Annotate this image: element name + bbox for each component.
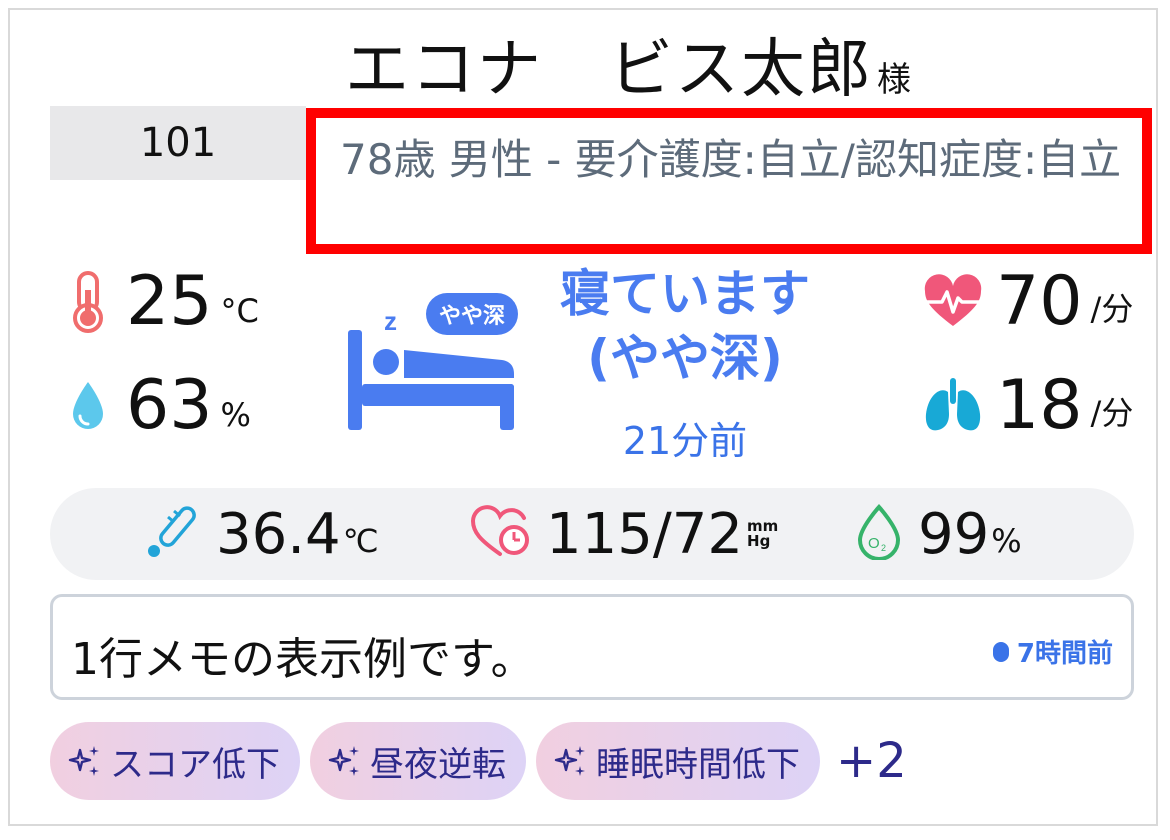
- heart-rate: 70 /分: [922, 268, 1133, 336]
- tag-label: スコア低下: [110, 744, 280, 785]
- sleep-status: 寝ています(やや深): [560, 265, 810, 387]
- oxygen-saturation-unit: %: [991, 522, 1022, 560]
- clinical-thermometer-icon: [144, 503, 202, 565]
- room-humidity: 63 %: [62, 372, 251, 440]
- respiration-rate-value: 18: [996, 366, 1083, 445]
- heart-rate-unit: /分: [1090, 290, 1134, 328]
- resident-profile: 78歳 男性 - 要介護度:自立/認知症度:自立: [306, 108, 1152, 254]
- memo-dot-icon: [992, 641, 1009, 662]
- respiration-rate-unit: /分: [1090, 394, 1134, 432]
- tag-day-night-reversal[interactable]: 昼夜逆転: [310, 722, 526, 800]
- room-temperature-unit: °C: [220, 292, 259, 330]
- memo-time-text: 7時間前: [1016, 639, 1113, 669]
- memo-timestamp: 7時間前: [992, 633, 1113, 670]
- tag-score-drop[interactable]: スコア低下: [50, 722, 300, 800]
- room-humidity-unit: %: [220, 396, 251, 434]
- room-humidity-value: 63: [126, 366, 213, 445]
- room-number: 101: [50, 106, 306, 180]
- thermometer-icon: [62, 268, 114, 336]
- honorific: 様: [877, 60, 913, 100]
- memo-box[interactable]: 1行メモの表示例です。 7時間前: [50, 594, 1134, 700]
- heart-rate-value: 70: [996, 262, 1083, 341]
- blood-pressure-unit: mm Hg: [747, 519, 778, 549]
- resident-name: エコナ ビス太郎様: [345, 38, 913, 102]
- sleep-elapsed-time: 21分前: [622, 419, 748, 463]
- heart-gauge-icon: [470, 504, 532, 564]
- blood-pressure-value: 115/72: [546, 501, 744, 567]
- body-temperature-unit: ℃: [342, 522, 379, 560]
- blood-pressure-unit-bottom: Hg: [747, 532, 771, 550]
- svg-text:z: z: [384, 306, 397, 336]
- room-temperature: 25 °C: [62, 268, 259, 336]
- respiration-rate: 18 /分: [922, 372, 1133, 440]
- sparkle-icon: [554, 744, 588, 778]
- vitals-bar: 36.4 ℃ 115/72 mm Hg O 2 99 %: [50, 488, 1134, 580]
- blood-pressure: 115/72 mm Hg: [470, 488, 778, 580]
- svg-text:O: O: [868, 535, 880, 552]
- water-drop-icon: [62, 372, 114, 440]
- svg-text:2: 2: [881, 543, 886, 553]
- tag-label: 睡眠時間低下: [596, 744, 800, 785]
- tag-label: 昼夜逆転: [370, 744, 506, 785]
- room-temperature-value: 25: [126, 262, 213, 341]
- body-temperature-value: 36.4: [216, 501, 341, 567]
- heartbeat-icon: [922, 268, 984, 336]
- sparkle-icon: [68, 744, 102, 778]
- sleep-depth-badge: やや深: [426, 293, 518, 335]
- resident-card[interactable]: エコナ ビス太郎様 101 78歳 男性 - 要介護度:自立/認知症度:自立 2…: [8, 8, 1158, 826]
- oxygen-drop-icon: O 2: [854, 504, 904, 564]
- body-temperature: 36.4 ℃: [144, 488, 379, 580]
- alert-tags: スコア低下 昼夜逆転 睡眠時間低下 +2: [50, 722, 907, 800]
- oxygen-saturation: O 2 99 %: [854, 488, 1022, 580]
- sparkle-icon: [328, 744, 362, 778]
- tag-sleep-time-drop[interactable]: 睡眠時間低下: [536, 722, 820, 800]
- oxygen-saturation-value: 99: [918, 501, 990, 567]
- memo-text: 1行メモの表示例です。: [71, 634, 535, 685]
- more-tags-count[interactable]: +2: [836, 733, 907, 789]
- lungs-icon: [922, 372, 984, 440]
- resident-name-text: エコナ ビス太郎: [345, 33, 873, 107]
